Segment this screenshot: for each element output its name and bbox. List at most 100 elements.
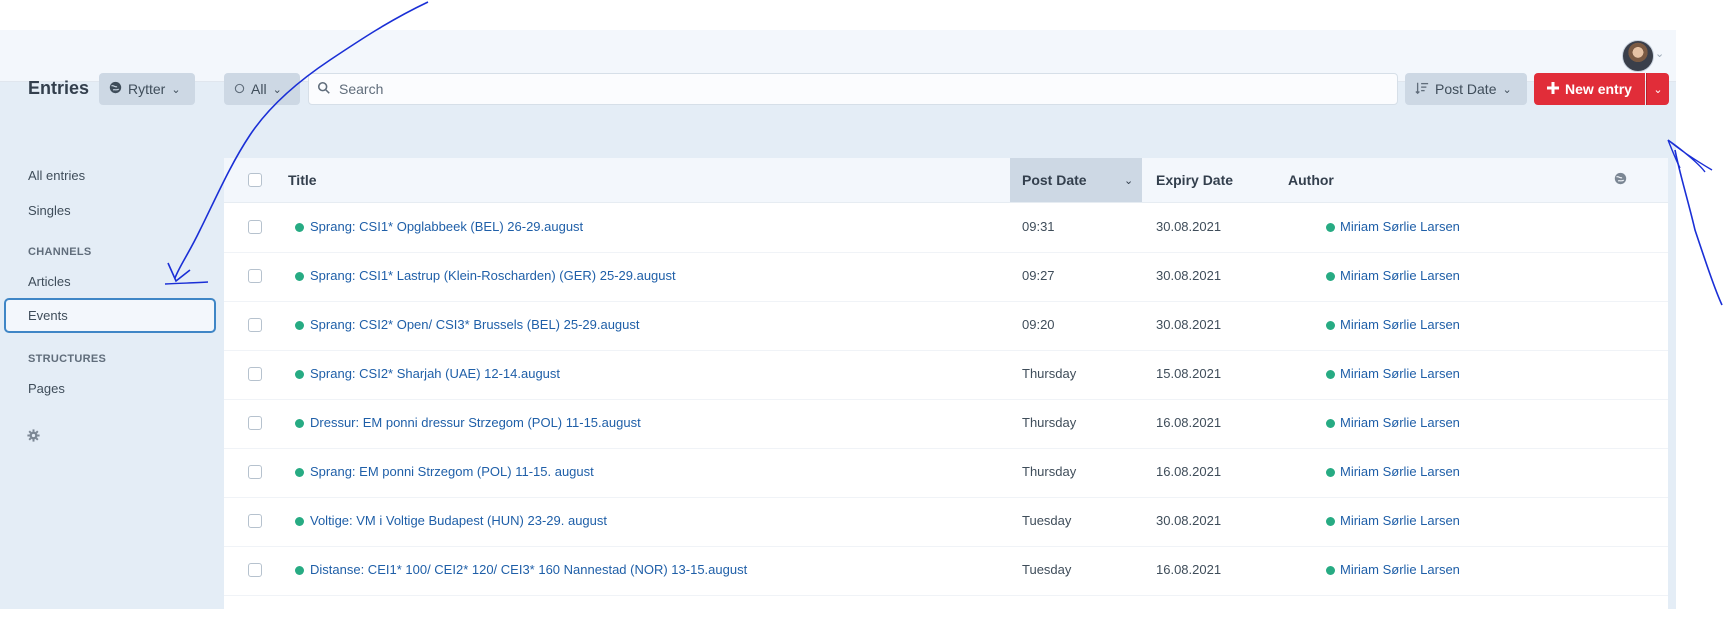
author-status-dot bbox=[1326, 272, 1335, 281]
expiry-date-cell: 30.08.2021 bbox=[1156, 268, 1222, 283]
row-checkbox[interactable] bbox=[248, 318, 262, 332]
page-title: Entries bbox=[28, 78, 90, 98]
author-status-dot bbox=[1326, 566, 1335, 575]
search-icon bbox=[317, 81, 331, 98]
column-post-date[interactable]: Post Date bbox=[1022, 172, 1087, 188]
expiry-date-cell: 30.08.2021 bbox=[1156, 513, 1222, 528]
expiry-date-cell: 16.08.2021 bbox=[1156, 415, 1222, 430]
author-link[interactable]: Miriam Sørlie Larsen bbox=[1340, 219, 1460, 234]
status-enabled-dot bbox=[295, 321, 304, 330]
entry-title-link[interactable]: Sprang: EM ponni Strzegom (POL) 11-15. a… bbox=[310, 464, 594, 479]
post-date-cell: Thursday bbox=[1022, 415, 1077, 430]
expiry-date-cell: 30.08.2021 bbox=[1156, 317, 1222, 332]
sort-chevron-down-icon: ⌄ bbox=[1124, 175, 1134, 187]
author-status-dot bbox=[1326, 370, 1335, 379]
entry-title-link[interactable]: Voltige: VM i Voltige Budapest (HUN) 23-… bbox=[310, 513, 607, 528]
status-filter-label: All bbox=[251, 81, 267, 97]
new-entry-menu-button[interactable]: ⌄ bbox=[1646, 73, 1669, 105]
globe-icon[interactable] bbox=[1614, 172, 1627, 188]
post-date-cell: 09:27 bbox=[1022, 268, 1055, 283]
row-checkbox[interactable] bbox=[248, 514, 262, 528]
chevron-down-icon: ⌄ bbox=[1502, 83, 1512, 96]
table-row[interactable]: Sprang: CSI2* Sharjah (UAE) 12-14.august… bbox=[224, 350, 1668, 400]
author-status-dot bbox=[1326, 223, 1335, 232]
author-status-dot bbox=[1326, 517, 1335, 526]
table-row[interactable]: Sprang: EM ponni Strzegom (POL) 11-15. a… bbox=[224, 448, 1668, 498]
entry-title-link[interactable]: Sprang: CSI1* Lastrup (Klein-Roscharden)… bbox=[310, 268, 676, 283]
author-link[interactable]: Miriam Sørlie Larsen bbox=[1340, 464, 1460, 479]
author-link[interactable]: Miriam Sørlie Larsen bbox=[1340, 415, 1460, 430]
row-checkbox[interactable] bbox=[248, 563, 262, 577]
status-enabled-dot bbox=[295, 272, 304, 281]
site-menu-button[interactable]: Rytter ⌄ bbox=[99, 73, 195, 105]
author-link[interactable]: Miriam Sørlie Larsen bbox=[1340, 366, 1460, 381]
sidebar-item-label: Events bbox=[28, 308, 68, 323]
entry-title-link[interactable]: Dressur: EM ponni dressur Strzegom (POL)… bbox=[310, 415, 641, 430]
post-date-cell: Tuesday bbox=[1022, 513, 1072, 528]
status-filter-button[interactable]: All ⌄ bbox=[224, 73, 300, 105]
post-date-cell: Tuesday bbox=[1022, 562, 1072, 577]
new-entry-label: New entry bbox=[1565, 81, 1632, 97]
table-row[interactable]: Dressur: EM ponni dressur Strzegom (POL)… bbox=[224, 399, 1668, 449]
status-enabled-dot bbox=[295, 370, 304, 379]
expiry-date-cell: 16.08.2021 bbox=[1156, 562, 1222, 577]
avatar[interactable] bbox=[1622, 40, 1654, 72]
status-enabled-dot bbox=[295, 566, 304, 575]
row-checkbox[interactable] bbox=[248, 367, 262, 381]
post-date-cell: Thursday bbox=[1022, 464, 1077, 479]
search-box[interactable] bbox=[308, 73, 1398, 105]
site-menu-label: Rytter bbox=[128, 81, 166, 97]
table-row[interactable]: Sprang: CSI1* Opglabbeek (BEL) 26-29.aug… bbox=[224, 203, 1668, 253]
expiry-date-cell: 15.08.2021 bbox=[1156, 366, 1222, 381]
sidebar-item-events[interactable]: Events bbox=[4, 298, 216, 333]
status-enabled-dot bbox=[295, 223, 304, 232]
chevron-down-icon: ⌄ bbox=[1653, 83, 1663, 96]
user-menu-chevron-icon[interactable]: ⌄ bbox=[1655, 47, 1664, 60]
sidebar-item-pages[interactable]: Pages bbox=[28, 381, 65, 396]
row-checkbox[interactable] bbox=[248, 416, 262, 430]
sort-button[interactable]: Post Date ⌄ bbox=[1405, 73, 1527, 105]
table-row[interactable]: Sprang: CSI2* Open/ CSI3* Brussels (BEL)… bbox=[224, 301, 1668, 351]
plus-icon bbox=[1547, 81, 1560, 97]
entry-title-link[interactable]: Sprang: CSI2* Sharjah (UAE) 12-14.august bbox=[310, 366, 560, 381]
column-title[interactable]: Title bbox=[288, 172, 317, 188]
circle-icon bbox=[234, 81, 245, 97]
expiry-date-cell: 30.08.2021 bbox=[1156, 219, 1222, 234]
sidebar-heading-channels: CHANNELS bbox=[28, 246, 92, 258]
new-entry-button[interactable]: New entry bbox=[1534, 73, 1645, 105]
post-date-cell: 09:20 bbox=[1022, 317, 1055, 332]
status-enabled-dot bbox=[295, 468, 304, 477]
author-link[interactable]: Miriam Sørlie Larsen bbox=[1340, 562, 1460, 577]
table-row[interactable]: Sprang: CSI1* Lastrup (Klein-Roscharden)… bbox=[224, 252, 1668, 302]
author-status-dot bbox=[1326, 468, 1335, 477]
status-enabled-dot bbox=[295, 517, 304, 526]
author-link[interactable]: Miriam Sørlie Larsen bbox=[1340, 317, 1460, 332]
author-status-dot bbox=[1326, 321, 1335, 330]
chevron-down-icon: ⌄ bbox=[171, 83, 181, 96]
chevron-down-icon: ⌄ bbox=[272, 83, 282, 96]
sidebar-item-articles[interactable]: Articles bbox=[28, 274, 71, 289]
sidebar-item-all-entries[interactable]: All entries bbox=[28, 168, 85, 183]
entry-title-link[interactable]: Distanse: CEI1* 100/ CEI2* 120/ CEI3* 16… bbox=[310, 562, 747, 577]
sort-label: Post Date bbox=[1435, 81, 1497, 97]
post-date-cell: 09:31 bbox=[1022, 219, 1055, 234]
sidebar-item-singles[interactable]: Singles bbox=[28, 203, 71, 218]
row-checkbox[interactable] bbox=[248, 269, 262, 283]
row-checkbox[interactable] bbox=[248, 465, 262, 479]
entries-table: Title Post Date ⌄ Expiry Date Author Spr… bbox=[224, 158, 1668, 623]
table-row[interactable]: Distanse: CEI1* 100/ CEI2* 120/ CEI3* 16… bbox=[224, 546, 1668, 596]
entry-title-link[interactable]: Sprang: CSI1* Opglabbeek (BEL) 26-29.aug… bbox=[310, 219, 583, 234]
row-checkbox[interactable] bbox=[248, 220, 262, 234]
author-link[interactable]: Miriam Sørlie Larsen bbox=[1340, 513, 1460, 528]
select-all-checkbox[interactable] bbox=[248, 173, 262, 187]
sidebar-heading-structures: STRUCTURES bbox=[28, 353, 107, 365]
sort-icon bbox=[1415, 81, 1429, 98]
column-author[interactable]: Author bbox=[1288, 172, 1334, 188]
gear-icon[interactable] bbox=[27, 429, 40, 445]
table-row[interactable]: Voltige: VM i Voltige Budapest (HUN) 23-… bbox=[224, 497, 1668, 547]
entry-title-link[interactable]: Sprang: CSI2* Open/ CSI3* Brussels (BEL)… bbox=[310, 317, 640, 332]
author-status-dot bbox=[1326, 419, 1335, 428]
search-input[interactable] bbox=[337, 80, 1391, 98]
author-link[interactable]: Miriam Sørlie Larsen bbox=[1340, 268, 1460, 283]
column-expiry-date[interactable]: Expiry Date bbox=[1156, 172, 1233, 188]
